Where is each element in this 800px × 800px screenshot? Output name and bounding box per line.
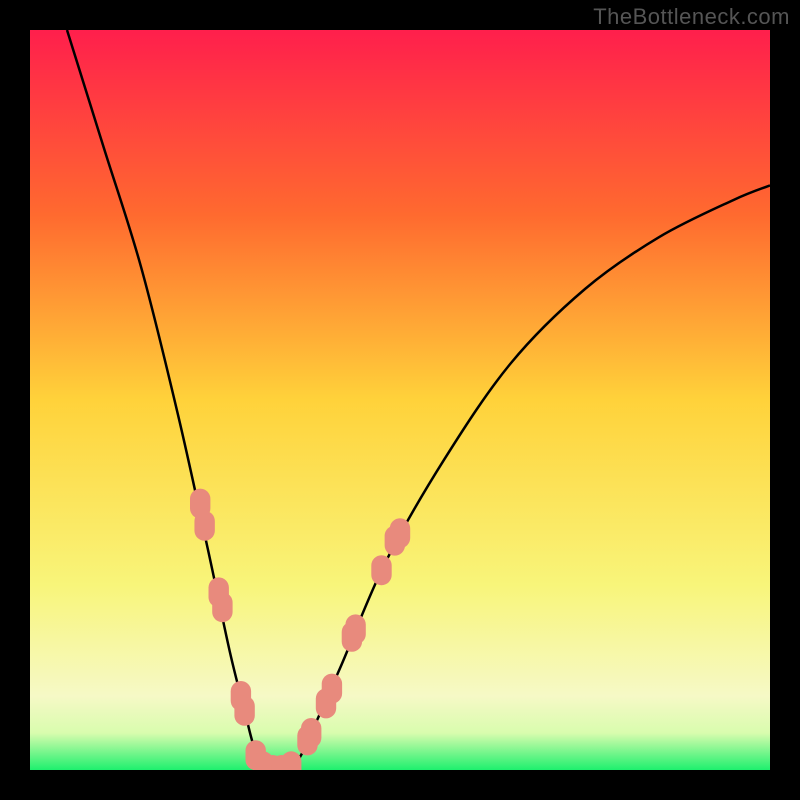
marker-dot: [390, 518, 410, 548]
marker-dot: [345, 614, 365, 644]
gradient-background: [30, 30, 770, 770]
marker-dot: [322, 674, 342, 704]
marker-dot: [212, 592, 232, 622]
chart-frame: TheBottleneck.com: [0, 0, 800, 800]
marker-dot: [194, 511, 214, 541]
marker-dot: [371, 555, 391, 585]
bottleneck-chart: [30, 30, 770, 770]
watermark-text: TheBottleneck.com: [593, 4, 790, 30]
plot-area: [30, 30, 770, 770]
marker-dot: [234, 696, 254, 726]
marker-dot: [301, 718, 321, 748]
